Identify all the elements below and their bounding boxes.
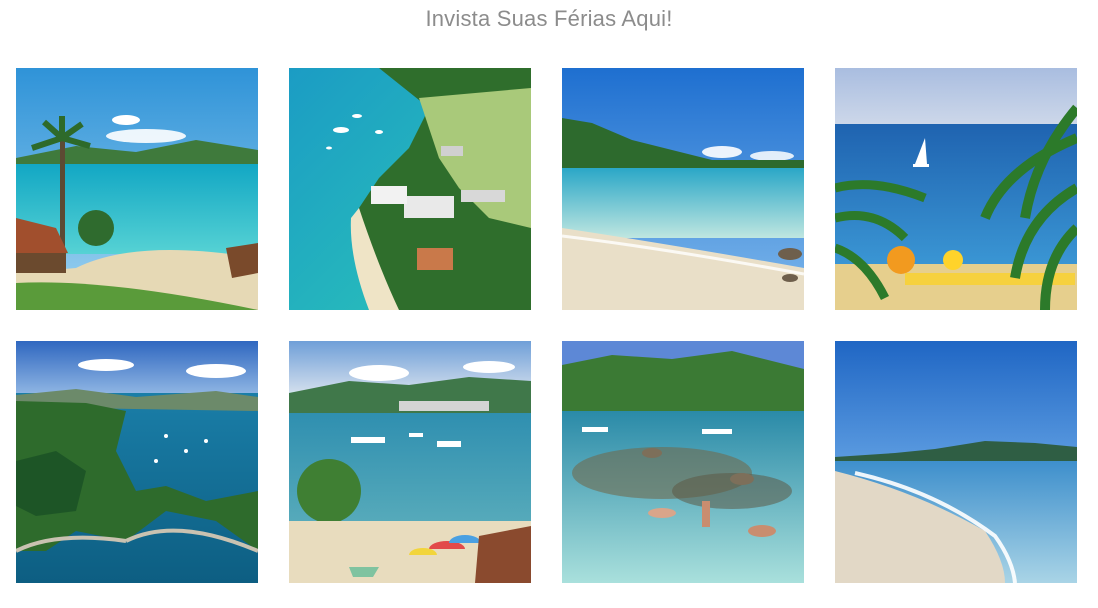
aerial-bay-image bbox=[16, 341, 258, 583]
page-title: Invista Suas Férias Aqui! bbox=[425, 6, 673, 31]
beach-palm-huts-image bbox=[16, 68, 258, 310]
gallery-photo-1[interactable] bbox=[16, 68, 258, 310]
empty-beach-image bbox=[835, 341, 1077, 583]
gallery-photo-5[interactable] bbox=[16, 341, 258, 583]
aerial-peninsula-image bbox=[289, 68, 531, 310]
calm-beach-image bbox=[562, 68, 804, 310]
gallery-photo-6[interactable] bbox=[289, 341, 531, 583]
photo-gallery bbox=[16, 68, 1077, 583]
gallery-photo-7[interactable] bbox=[562, 341, 804, 583]
sailboat-palm-image bbox=[835, 68, 1077, 310]
gallery-photo-4[interactable] bbox=[835, 68, 1077, 310]
clear-water-swimmers-image bbox=[562, 341, 804, 583]
page: Invista Suas Férias Aqui! bbox=[0, 0, 1098, 608]
bay-boats-umbrellas-image bbox=[289, 341, 531, 583]
gallery-photo-2[interactable] bbox=[289, 68, 531, 310]
gallery-photo-3[interactable] bbox=[562, 68, 804, 310]
gallery-photo-8[interactable] bbox=[835, 341, 1077, 583]
